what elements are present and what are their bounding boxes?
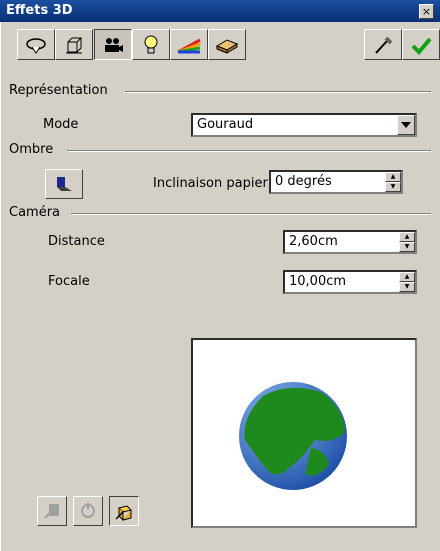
representation-section: Représentation <box>9 83 431 99</box>
pipette-icon <box>375 36 393 54</box>
focal-value: 10,00cm <box>289 274 347 289</box>
distance-label: Distance <box>48 234 105 249</box>
distance-value: 2,60cm <box>289 234 338 249</box>
material-tab-button[interactable] <box>208 29 246 60</box>
representation-heading: Représentation <box>9 83 108 98</box>
spin-up-icon[interactable]: ▲ <box>385 172 401 182</box>
camera-icon <box>105 37 123 52</box>
spin-down-icon[interactable]: ▼ <box>399 242 415 252</box>
geometry-icon <box>26 37 46 54</box>
spin-down-icon[interactable]: ▼ <box>399 282 415 292</box>
title-bar: Effets 3D × <box>0 0 440 22</box>
spin-up-icon[interactable]: ▲ <box>399 272 415 282</box>
shadow-icon <box>57 177 72 191</box>
camera-tab-button[interactable] <box>94 29 132 60</box>
shadow-heading: Ombre <box>9 142 54 157</box>
rainbow-icon <box>177 38 201 53</box>
shadow-toggle-button[interactable] <box>45 169 83 199</box>
lighting-tab-button[interactable] <box>132 29 170 60</box>
close-button[interactable]: × <box>419 4 434 19</box>
geometry-tab-button[interactable] <box>17 29 55 60</box>
convert-3d-button[interactable] <box>37 496 67 526</box>
bulb-icon <box>144 35 158 53</box>
mode-select[interactable]: Gouraud <box>191 113 417 137</box>
paper-slant-value: 0 degrés <box>275 174 332 189</box>
section-divider <box>67 150 431 152</box>
checkmark-icon <box>411 37 432 55</box>
section-divider <box>125 91 431 93</box>
apply-button[interactable] <box>402 29 440 60</box>
pipette-button[interactable] <box>364 29 402 60</box>
representation-tab-button[interactable] <box>55 29 93 60</box>
spin-down-icon[interactable]: ▼ <box>385 182 401 192</box>
shadow-section: Ombre <box>9 142 431 158</box>
rotate-icon <box>81 503 95 518</box>
paper-slant-spinner[interactable]: 0 degrés ▲ ▼ <box>269 170 403 194</box>
mode-label: Mode <box>43 117 79 132</box>
dialog-body: Représentation Mode Gouraud Ombre Inclin… <box>0 22 440 551</box>
focal-label: Focale <box>48 274 90 289</box>
dropdown-arrow-icon[interactable] <box>397 115 415 135</box>
distance-spinner[interactable]: 2,60cm ▲ ▼ <box>283 230 417 254</box>
camera-heading: Caméra <box>9 205 61 220</box>
paper-slant-label: Inclinaison papier <box>153 176 268 191</box>
rotate-3d-button[interactable] <box>73 496 103 526</box>
window-title: Effets 3D <box>6 3 73 18</box>
spin-up-icon[interactable]: ▲ <box>399 232 415 242</box>
focal-spinner[interactable]: 10,00cm ▲ ▼ <box>283 270 417 294</box>
mode-value: Gouraud <box>197 117 254 132</box>
section-divider <box>71 213 431 215</box>
shading-cube-icon <box>66 37 83 53</box>
perspective-icon <box>115 505 132 521</box>
textures-tab-button[interactable] <box>170 29 208 60</box>
material-icon <box>215 38 239 54</box>
globe-preview <box>239 382 347 490</box>
perspective-button[interactable] <box>109 496 139 526</box>
preview-pane <box>191 338 417 528</box>
convert-icon <box>44 504 59 519</box>
camera-section: Caméra <box>9 205 431 221</box>
